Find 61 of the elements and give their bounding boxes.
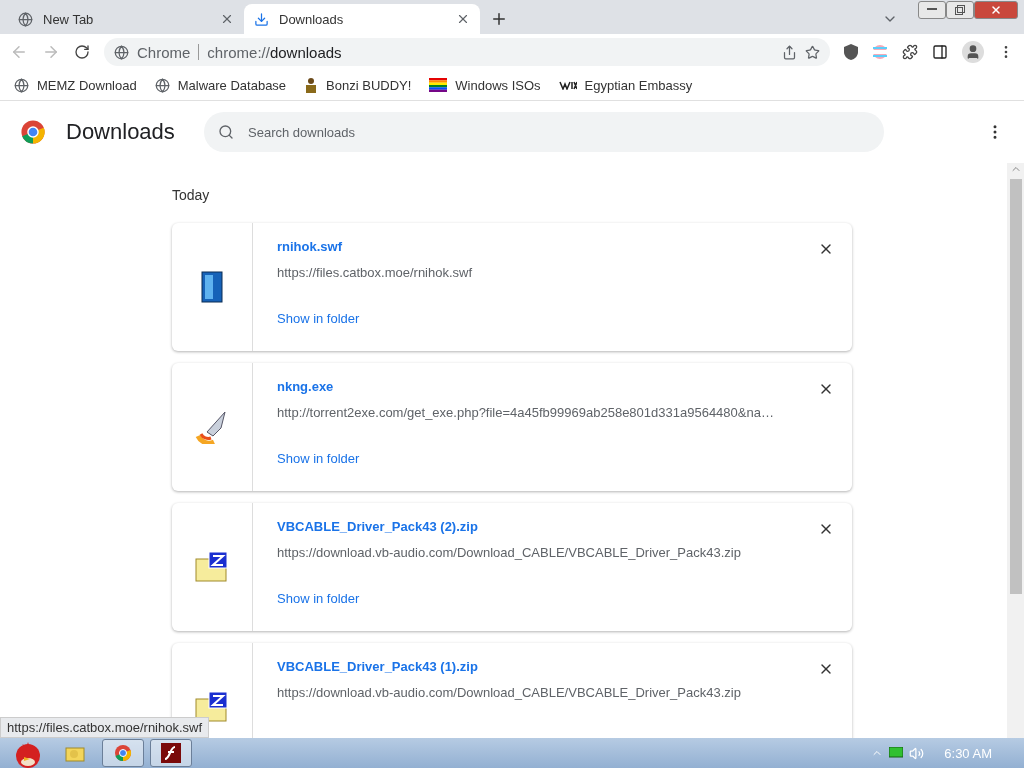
clock: 6:30 AM (944, 745, 992, 761)
download-icon (254, 11, 269, 27)
profile-icon[interactable] (962, 41, 984, 63)
minimize-button[interactable] (918, 1, 946, 19)
bookmark-item[interactable]: MEMZ Download (14, 77, 137, 93)
browser-tab[interactable]: Downloads (244, 4, 480, 34)
globe-icon (114, 44, 129, 60)
side-panel-icon[interactable] (932, 44, 948, 60)
source-url: https://files.catbox.moe/rnihok.swf (277, 265, 474, 280)
scroll-thumb[interactable] (1009, 179, 1022, 594)
star-icon[interactable] (805, 44, 820, 60)
bookmark-item[interactable]: Egyptian Embassy (558, 77, 693, 93)
rainbow-flag-icon (429, 78, 448, 92)
page-title: Downloads (66, 119, 176, 145)
section-heading: Today (172, 187, 211, 203)
source-url: http://torrent2exe.com/get_exe.php?file=4a45fb99969ab258e801d331a9564480&na… (277, 405, 775, 420)
flash-icon (161, 743, 181, 763)
bookmark-item[interactable]: Windows ISOs (429, 77, 541, 93)
wix-logo-icon (558, 80, 577, 90)
zip-folder-icon (195, 691, 229, 723)
share-icon[interactable] (782, 44, 797, 60)
globe-icon (154, 77, 170, 93)
status-url: https://files.catbox.moe/rnihok.swf (0, 717, 210, 738)
url-text: chrome://downloads (207, 43, 342, 61)
site-origin: Chrome (137, 43, 191, 61)
tab-title: Downloads (279, 11, 345, 27)
puzzle-icon[interactable] (902, 44, 918, 60)
figure-icon (304, 77, 319, 93)
tab-title: New Tab (43, 11, 95, 27)
shield-icon[interactable] (844, 44, 858, 60)
rocket-icon (195, 410, 229, 444)
browser-tab[interactable]: New Tab (8, 4, 244, 34)
globe-icon (18, 11, 33, 27)
globe-icon (14, 77, 29, 93)
file-name-link[interactable]: nkng.exe (277, 379, 792, 394)
bookmark-item[interactable]: Malware Database (154, 77, 287, 93)
chrome-icon (114, 744, 132, 762)
folder-icon (65, 744, 85, 762)
close-window-button[interactable] (974, 1, 1018, 19)
close-icon[interactable] (220, 12, 234, 26)
show-in-folder-link[interactable]: Show in folder (277, 311, 792, 326)
file-name-link[interactable]: VBCABLE_Driver_Pack43 (1).zip (277, 659, 792, 674)
zip-folder-icon (195, 551, 229, 583)
file-name-link[interactable]: rnihok.swf (277, 239, 792, 254)
show-in-folder-link[interactable]: Show in folder (277, 591, 792, 606)
file-name-link[interactable]: VBCABLE_Driver_Pack43 (2).zip (277, 519, 792, 534)
bookmark-item[interactable]: Bonzi BUDDY! (304, 77, 412, 93)
close-icon (990, 4, 1002, 16)
restore-button[interactable] (946, 1, 974, 19)
address-bar[interactable]: Chrome chrome://downloads (104, 38, 830, 66)
file-icon (201, 271, 223, 303)
minimize-icon (927, 8, 937, 12)
chrome-logo-icon (20, 119, 46, 145)
reload-icon[interactable] (74, 44, 90, 60)
taskbar-app[interactable] (150, 739, 192, 767)
restore-icon (955, 5, 965, 15)
source-url: https://download.vb-audio.com/Download_CABLE/VBCABLE_Driver_Pack43.zip (277, 545, 742, 560)
search-icon (218, 124, 234, 140)
close-icon[interactable] (456, 12, 470, 26)
source-url: https://download.vb-audio.com/Download_CABLE/VBCABLE_Driver_Pack43.zip (277, 685, 742, 700)
show-in-folder-link[interactable]: Show in folder (277, 451, 792, 466)
